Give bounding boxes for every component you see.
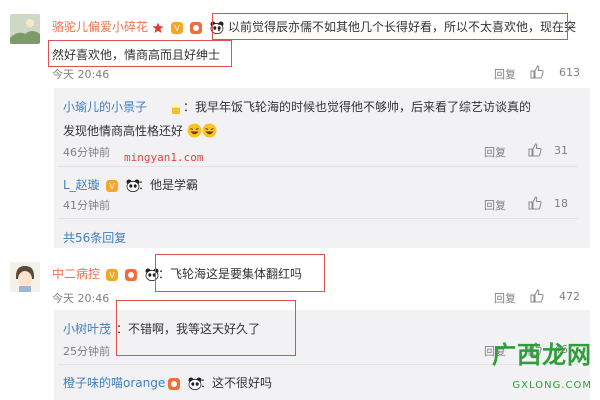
reply-time: 41分钟前 [63,199,110,212]
thumbs-up-icon [530,65,544,79]
user-badges [166,373,202,392]
avatar-image [10,262,40,292]
like-button[interactable] [528,195,542,214]
user-badges [168,97,182,116]
reply-button[interactable]: 回复 [494,290,516,306]
reply-text: 这不很好吗 [212,376,273,390]
reply-button[interactable]: 回复 [494,66,516,82]
vip-icon: V [106,269,118,281]
like-count: 472 [559,290,580,303]
comment-time: 今天 20:46 [52,292,110,305]
comment-time: 今天 20:46 [52,68,110,81]
reply-button[interactable]: 回复 [484,144,506,160]
level-icon [190,22,203,34]
svg-text:V: V [109,182,115,191]
logo-text: 广西龙网 [492,341,592,369]
like-count: 18 [554,197,568,210]
like-button[interactable] [530,288,544,307]
like-button[interactable] [528,142,542,161]
reply-username[interactable]: 橙子味的喵orange [63,374,165,391]
level-icon [168,378,180,390]
highlight-box [212,13,568,40]
star-icon [152,22,164,33]
level-icon [125,269,138,281]
highlight-box [155,254,325,292]
laugh-emoji-icon [187,123,202,138]
thumbs-up-icon [528,196,542,210]
comment-username[interactable]: 中二病控 [52,265,100,282]
divider [58,166,578,167]
highlight-box [48,40,232,67]
svg-text:V: V [174,24,180,33]
vip-icon: V [171,22,184,34]
reply-text: 他是学霸 [150,178,199,192]
reply-text: 我早年饭飞轮海的时候也觉得他不够帅，后来看了综艺访谈真的 [195,100,532,114]
like-count: 613 [559,66,580,79]
reply-username[interactable]: 小瑜儿的小景子 [63,98,147,115]
reply-time: 25分钟前 [63,345,110,358]
laugh-emoji-icon [202,123,217,138]
highlight-box [116,300,296,356]
more-replies-link[interactable]: 共56条回复 [63,229,126,246]
reply-text-cont: 发现他情商高性格还好 [63,124,184,138]
user-badges: V [104,264,159,283]
vip-icon: V [106,180,118,192]
like-count: 31 [554,144,568,157]
like-button[interactable] [530,64,544,83]
avatar[interactable] [10,14,40,44]
popcorn-icon [172,102,180,114]
reply-username[interactable]: 小树叶茂 [63,320,111,337]
site-logo: 广西龙网 GXLONG.COM [492,335,592,394]
reply-time: 46分钟前 [63,146,110,159]
svg-text:V: V [109,271,115,280]
logo-subtext: GXLONG.COM [512,380,592,391]
thumbs-up-icon [530,289,544,303]
comment-username[interactable]: 骆驼儿偏爱小碎花 [52,18,148,35]
reply-button[interactable]: 回复 [484,197,506,213]
avatar[interactable] [10,262,40,292]
user-badges: V [104,175,140,194]
divider [58,218,578,219]
watermark-text: mingyan1.com [124,151,204,164]
avatar-image [10,14,40,44]
thumbs-up-icon [528,143,542,157]
reply-username[interactable]: L_赵璇 [63,176,100,193]
